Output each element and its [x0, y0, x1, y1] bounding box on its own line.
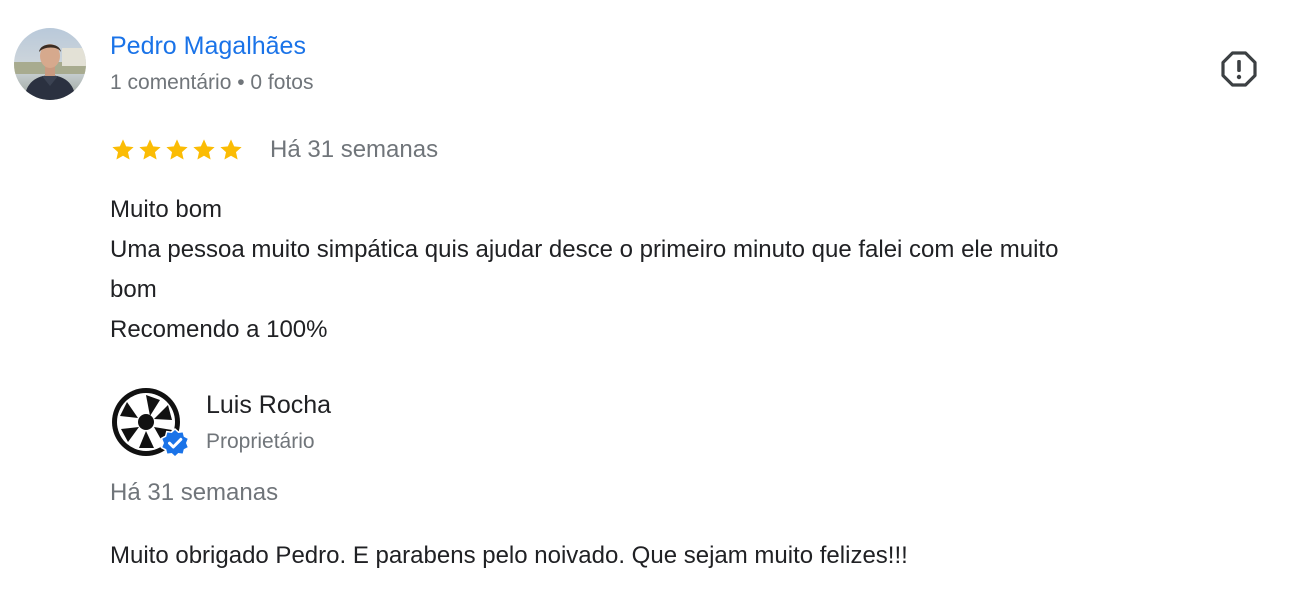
reviewer-avatar[interactable] [14, 28, 86, 100]
owner-role: Proprietário [206, 430, 315, 453]
review-text-line: Uma pessoa muito simpática quis ajudar d… [110, 236, 1059, 263]
star-icon [166, 139, 188, 160]
star-icon [112, 139, 134, 160]
reply-date: Há 31 semanas [110, 479, 279, 506]
review-text-line: Recomendo a 100% [110, 316, 328, 343]
rating-row: Há 31 semanas [110, 134, 438, 166]
verified-badge-icon [159, 427, 191, 459]
reviewer-meta: 1 comentário • 0 fotos [110, 71, 314, 94]
reviewer-name[interactable]: Pedro Magalhães [110, 32, 306, 61]
review-text-line: Muito bom [110, 196, 223, 223]
owner-name: Luis Rocha [206, 391, 332, 419]
star-rating [110, 137, 244, 163]
report-review-button[interactable] [1219, 49, 1259, 89]
review-date: Há 31 semanas [270, 136, 439, 163]
star-icon [193, 139, 215, 160]
report-flag-icon [1221, 51, 1257, 87]
star-icon [139, 139, 161, 160]
reply-text: Muito obrigado Pedro. E parabens pelo no… [110, 542, 908, 569]
review-text-line: bom [110, 276, 157, 303]
review-text: Muito bom Uma pessoa muito simpática qui… [110, 190, 1270, 350]
star-icon [220, 139, 242, 160]
